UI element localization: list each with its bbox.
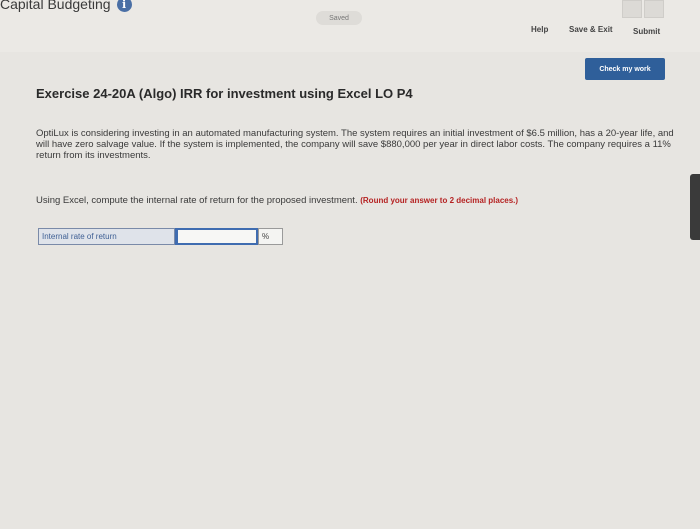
question-text: OptiLux is considering investing in an a… [36, 128, 674, 161]
submit-link[interactable]: Submit [633, 27, 660, 36]
top-bar: Capital Budgeting i Saved Help Save & Ex… [0, 0, 700, 52]
save-exit-link[interactable]: Save & Exit [569, 25, 613, 34]
rounding-note: (Round your answer to 2 decimal places.) [360, 196, 519, 205]
answer-row: Internal rate of return % [38, 228, 283, 245]
help-link[interactable]: Help [531, 25, 548, 34]
chapter-heading: Capital Budgeting i [0, 0, 132, 12]
instruction-text: Using Excel, compute the internal rate o… [36, 195, 358, 206]
instruction: Using Excel, compute the internal rate o… [36, 195, 686, 206]
grid-icon[interactable] [622, 0, 642, 18]
saved-status-badge: Saved [316, 11, 362, 25]
exercise-title: Exercise 24-20A (Algo) IRR for investmen… [36, 86, 413, 101]
chapter-title: Capital Budgeting [0, 0, 111, 12]
side-panel-handle[interactable] [690, 174, 700, 240]
answer-label: Internal rate of return [38, 228, 175, 245]
irr-input[interactable] [175, 228, 258, 245]
check-my-work-button[interactable]: Check my work [585, 58, 665, 80]
percent-unit: % [258, 228, 283, 245]
info-icon[interactable]: i [116, 0, 132, 12]
calculator-icon[interactable] [644, 0, 664, 18]
